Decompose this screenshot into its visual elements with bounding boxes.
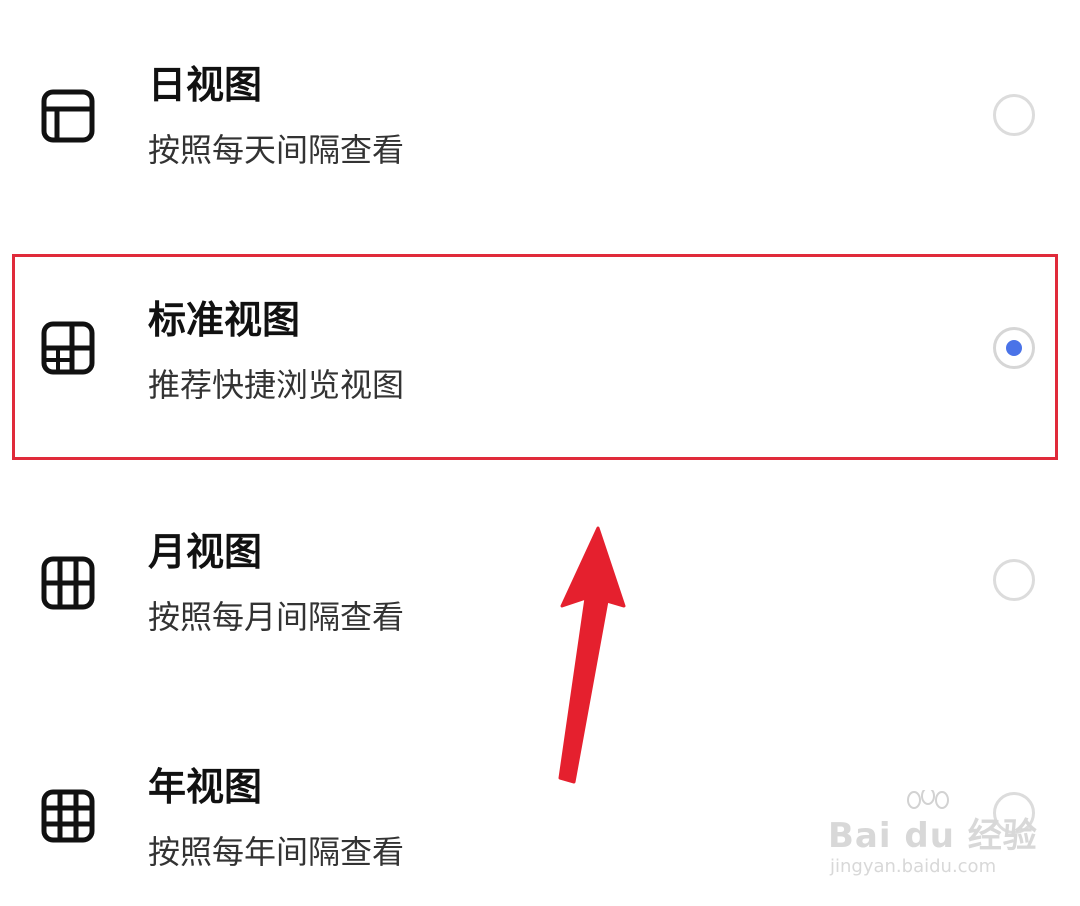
- watermark-url: jingyan.baidu.com: [830, 856, 997, 877]
- arrow-annotation-icon: [540, 520, 650, 804]
- highlight-box: [12, 254, 1058, 460]
- day-view-icon: [40, 88, 96, 144]
- option-description: 按照每月间隔查看: [148, 598, 405, 636]
- month-view-icon: [40, 555, 96, 611]
- option-day-view[interactable]: 日视图 按照每天间隔查看: [0, 40, 1080, 190]
- year-view-icon: [40, 788, 96, 844]
- option-title: 日视图: [148, 63, 263, 107]
- radio-day-view[interactable]: [993, 94, 1035, 136]
- option-title: 年视图: [148, 765, 263, 809]
- option-title: 月视图: [148, 530, 263, 574]
- watermark: Bai du 经验 jingyan.baidu.com: [828, 787, 1058, 886]
- option-description: 按照每年间隔查看: [148, 833, 405, 871]
- watermark-logo-text: Bai du 经验: [828, 816, 1038, 856]
- option-description: 按照每天间隔查看: [148, 131, 405, 169]
- radio-month-view[interactable]: [993, 559, 1035, 601]
